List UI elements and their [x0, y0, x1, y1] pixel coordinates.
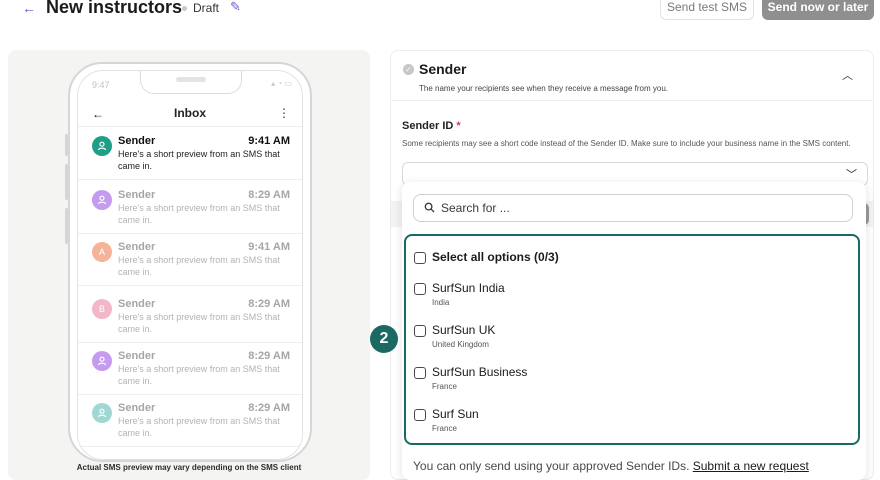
sender-id-dropdown: Select all options (0/3) SurfSun India I… [402, 182, 866, 480]
send-test-sms-button[interactable]: Send test SMS [660, 0, 754, 20]
option-label: SurfSun Business [432, 365, 528, 379]
message-time: 8:29 AM [248, 402, 290, 414]
sender-id-label-text: Sender ID [402, 120, 454, 132]
message-time: 8:29 AM [248, 189, 290, 201]
inbox-title: Inbox [174, 106, 206, 120]
phone-side-button [65, 134, 68, 156]
message-sender: Sender [118, 241, 156, 253]
message-item: A Sender 9:41 AM Here's a short preview fro… [78, 234, 302, 286]
option-label: Surf Sun [432, 407, 479, 421]
message-sender: Sender [118, 135, 156, 147]
kebab-menu-icon: ⋮ [278, 106, 290, 120]
message-item: Sender 8:29 AM Here's a short preview from… [78, 343, 302, 395]
checkbox[interactable] [414, 325, 426, 337]
pencil-icon[interactable]: ✎ [230, 0, 241, 15]
option-label: SurfSun UK [432, 323, 496, 337]
page-title: New instructors [46, 0, 183, 17]
message-item: Sender 8:29 AM Here's a short preview from… [78, 395, 302, 447]
search-input[interactable] [441, 196, 846, 220]
message-sender: Sender [118, 350, 156, 362]
user-icon [92, 351, 112, 371]
status-dot [182, 6, 187, 12]
search-field[interactable] [413, 194, 853, 222]
preview-disclaimer: Actual SMS preview may vary depending on… [76, 463, 302, 472]
message-sender: Sender [118, 402, 156, 414]
inbox-header: ← Inbox ⋮ [78, 103, 302, 127]
message-preview: Here's a short preview from an SMS that … [118, 364, 280, 386]
user-icon [92, 190, 112, 210]
message-time: 8:29 AM [248, 350, 290, 362]
checkbox[interactable] [414, 409, 426, 421]
message-item: Sender 8:29 AM Here's a short preview from… [78, 182, 302, 234]
footer-text: You can only send using your approved Se… [413, 459, 690, 473]
option-country: France [432, 424, 457, 433]
phone-screen: 9:47 ▴ ◔ ▭ ← Inbox ⋮ Sender 9:41 AM Here's… [77, 70, 303, 460]
message-sender: Sender [118, 298, 156, 310]
required-mark: * [456, 120, 461, 132]
avatar: B [92, 299, 112, 319]
message-preview: Here's a short preview from an SMS that … [118, 255, 280, 277]
status-label: Draft [193, 1, 220, 15]
message-item: B Sender 8:29 AM Here's a short preview fro… [78, 291, 302, 343]
message-preview: Here's a short preview from an SMS that … [118, 149, 280, 171]
checkbox[interactable] [414, 283, 426, 295]
checkbox[interactable] [414, 252, 426, 264]
dropdown-footer: You can only send using your approved Se… [413, 459, 809, 473]
step-badge: 2 [370, 325, 398, 353]
status-badge: Draft [182, 1, 219, 15]
sender-id-label: Sender ID * [402, 120, 461, 132]
option-country: India [432, 298, 450, 307]
chevron-down-icon[interactable]: ﹀ [846, 166, 857, 182]
option-label: SurfSun India [432, 281, 505, 295]
send-now-or-later-button[interactable]: Send now or later [762, 0, 874, 20]
phone-notch [140, 71, 242, 94]
sms-preview-panel: 9:47 ▴ ◔ ▭ ← Inbox ⋮ Sender 9:41 AM Here's… [8, 50, 370, 480]
sender-id-help: Some recipients may see a short code ins… [402, 139, 851, 148]
search-icon [424, 202, 435, 213]
message-preview: Here's a short preview from an SMS that … [118, 312, 280, 334]
message-time: 9:41 AM [248, 135, 290, 147]
section-title: Sender [419, 61, 467, 77]
check-circle-icon: ✓ [403, 64, 414, 75]
sender-card-header[interactable]: ✓ Sender The name your recipients see wh… [391, 51, 873, 101]
message-sender: Sender [118, 189, 156, 201]
status-bar-time: 9:47 [92, 80, 110, 90]
avatar: A [92, 242, 112, 262]
speaker [176, 77, 206, 82]
options-list: Select all options (0/3) SurfSun India I… [404, 234, 860, 445]
user-icon [92, 403, 112, 423]
option-country: France [432, 382, 457, 391]
section-subtitle: The name your recipients see when they r… [419, 84, 669, 93]
status-icons: ▴ ◔ ▭ [271, 79, 292, 88]
checkbox[interactable] [414, 367, 426, 379]
select-all-label: Select all options (0/3) [432, 250, 559, 264]
message-time: 8:29 AM [248, 298, 290, 310]
back-arrow-icon[interactable]: ← [22, 0, 36, 16]
submit-request-link[interactable]: Submit a new request [693, 459, 809, 473]
user-icon [92, 136, 112, 156]
message-time: 9:41 AM [248, 241, 290, 253]
phone-side-button [65, 164, 68, 200]
option-country: United Kingdom [432, 340, 489, 349]
phone-frame: 9:47 ▴ ◔ ▭ ← Inbox ⋮ Sender 9:41 AM Here's… [65, 62, 312, 462]
chevron-up-icon[interactable]: ︿ [842, 67, 853, 83]
top-bar: ← New instructors Draft ✎ Send test SMS … [0, 0, 880, 22]
message-preview: Here's a short preview from an SMS that … [118, 203, 280, 225]
message-preview: Here's a short preview from an SMS that … [118, 416, 280, 438]
message-item: Sender 9:41 AM Here's a short preview from… [78, 128, 302, 180]
phone-side-button [65, 208, 68, 244]
